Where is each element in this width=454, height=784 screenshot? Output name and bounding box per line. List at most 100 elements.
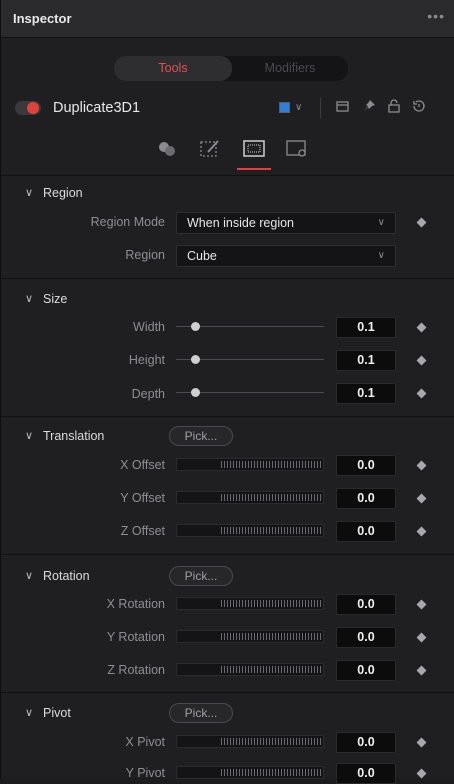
- x-pivot-label: X Pivot: [125, 735, 165, 749]
- x-offset-thumbwheel[interactable]: [176, 458, 324, 471]
- active-subtab-indicator: [237, 168, 271, 170]
- width-slider-knob[interactable]: [191, 322, 200, 331]
- y-pivot-input[interactable]: 0.0: [336, 763, 396, 784]
- y-rotation-input[interactable]: 0.0: [336, 627, 396, 648]
- chevron-down-icon: ∨: [25, 187, 34, 199]
- section-translation[interactable]: ∨ Translation Pick...: [1, 423, 454, 451]
- keyframe-icon[interactable]: [416, 526, 427, 537]
- keyframe-icon[interactable]: [416, 768, 427, 779]
- height-input[interactable]: 0.1: [336, 350, 396, 371]
- x-rotation-thumbwheel[interactable]: [176, 597, 324, 610]
- chevron-down-icon: ∨: [25, 430, 34, 442]
- keyframe-icon[interactable]: [416, 493, 427, 504]
- pin-icon[interactable]: [361, 98, 377, 120]
- region-panel-icon[interactable]: [241, 138, 267, 162]
- y-offset-label: Y Offset: [120, 491, 165, 505]
- chevron-down-icon: ∨: [25, 707, 34, 719]
- tool-name: Duplicate3D1: [53, 100, 141, 116]
- lock-icon[interactable]: [386, 98, 402, 120]
- section-title: Pivot: [43, 706, 71, 720]
- thumbwheel-ticks: [221, 633, 321, 640]
- z-offset-label: Z Offset: [120, 524, 165, 538]
- section-title: Size: [43, 292, 68, 306]
- section-region[interactable]: ∨ Region: [1, 180, 454, 208]
- keyframe-icon[interactable]: [416, 737, 427, 748]
- keyframe-icon[interactable]: [416, 388, 427, 399]
- divider: [320, 98, 321, 118]
- height-label: Height: [128, 353, 165, 367]
- x-rotation-input[interactable]: 0.0: [336, 594, 396, 615]
- y-rotation-thumbwheel[interactable]: [176, 630, 324, 643]
- color-swatch[interactable]: [279, 102, 290, 113]
- settings-panel-icon[interactable]: [284, 138, 310, 162]
- region-label: Region: [125, 248, 165, 262]
- thumbwheel-ticks: [221, 600, 321, 607]
- y-offset-thumbwheel[interactable]: [176, 491, 324, 504]
- keyframe-icon[interactable]: [416, 322, 427, 333]
- toggle-dot: [27, 102, 39, 114]
- y-offset-input[interactable]: 0.0: [336, 488, 396, 509]
- tool-enable-toggle[interactable]: [15, 101, 41, 115]
- keyframe-icon[interactable]: [416, 460, 427, 471]
- keyframe-icon[interactable]: [416, 632, 427, 643]
- z-rotation-label: Z Rotation: [107, 663, 165, 677]
- thumbwheel-ticks: [221, 461, 321, 468]
- region-mode-dropdown[interactable]: When inside region ∨: [176, 212, 396, 234]
- section-title: Rotation: [43, 569, 90, 583]
- tool-subtabs: [1, 128, 454, 176]
- region-mode-value: When inside region: [187, 216, 295, 230]
- reset-icon[interactable]: [411, 98, 427, 120]
- inspector-header: Inspector •••: [1, 0, 454, 38]
- tool-header-row: Duplicate3D1 ∨: [1, 94, 454, 122]
- chevron-down-icon: ∨: [25, 570, 34, 582]
- x-offset-label: X Offset: [120, 458, 165, 472]
- x-pivot-input[interactable]: 0.0: [336, 732, 396, 753]
- thumbwheel-ticks: [221, 527, 321, 534]
- keyframe-icon[interactable]: [416, 217, 427, 228]
- more-icon[interactable]: •••: [427, 8, 445, 24]
- width-input[interactable]: 0.1: [336, 317, 396, 338]
- section-rotation[interactable]: ∨ Rotation Pick...: [1, 563, 454, 591]
- tab-tools[interactable]: Tools: [114, 56, 232, 81]
- thumbwheel-ticks: [221, 769, 321, 776]
- x-rotation-label: X Rotation: [106, 597, 165, 611]
- pivot-pick-button[interactable]: Pick...: [169, 703, 233, 723]
- translation-pick-button[interactable]: Pick...: [169, 426, 233, 446]
- section-size[interactable]: ∨ Size: [1, 286, 454, 314]
- height-slider-knob[interactable]: [191, 355, 200, 364]
- divider: [1, 278, 454, 279]
- depth-label: Depth: [131, 387, 165, 401]
- section-pivot[interactable]: ∨ Pivot Pick...: [1, 700, 454, 728]
- panel-title: Inspector: [13, 11, 72, 26]
- chevron-down-icon[interactable]: ∨: [295, 98, 302, 118]
- region-value: Cube: [187, 249, 217, 263]
- tab-modifiers[interactable]: Modifiers: [232, 56, 348, 81]
- y-pivot-thumbwheel[interactable]: [176, 766, 324, 779]
- region-dropdown[interactable]: Cube ∨: [176, 245, 396, 267]
- inspector-tabs: Tools Modifiers: [114, 56, 348, 81]
- chevron-down-icon: ∨: [377, 217, 385, 228]
- keyframe-icon[interactable]: [416, 355, 427, 366]
- rotation-pick-button[interactable]: Pick...: [169, 566, 233, 586]
- divider: [1, 692, 454, 693]
- z-offset-thumbwheel[interactable]: [176, 524, 324, 537]
- x-offset-input[interactable]: 0.0: [336, 455, 396, 476]
- depth-input[interactable]: 0.1: [336, 383, 396, 404]
- section-title: Translation: [43, 429, 105, 443]
- keyframe-icon[interactable]: [416, 599, 427, 610]
- transform-icon[interactable]: [197, 138, 223, 162]
- z-rotation-input[interactable]: 0.0: [336, 660, 396, 681]
- z-offset-input[interactable]: 0.0: [336, 521, 396, 542]
- z-rotation-thumbwheel[interactable]: [176, 663, 324, 676]
- thumbwheel-ticks: [221, 666, 321, 673]
- divider: [1, 554, 454, 555]
- thumbwheel-ticks: [221, 738, 321, 745]
- x-pivot-thumbwheel[interactable]: [176, 735, 324, 748]
- inspector-panel: Inspector ••• Tools Modifiers Duplicate3…: [0, 0, 454, 784]
- keyframe-icon[interactable]: [416, 665, 427, 676]
- thumbwheel-ticks: [221, 494, 321, 501]
- depth-slider-knob[interactable]: [191, 388, 200, 397]
- material-icon[interactable]: [154, 138, 180, 162]
- window-icon[interactable]: [335, 98, 351, 120]
- section-title: Region: [43, 186, 83, 200]
